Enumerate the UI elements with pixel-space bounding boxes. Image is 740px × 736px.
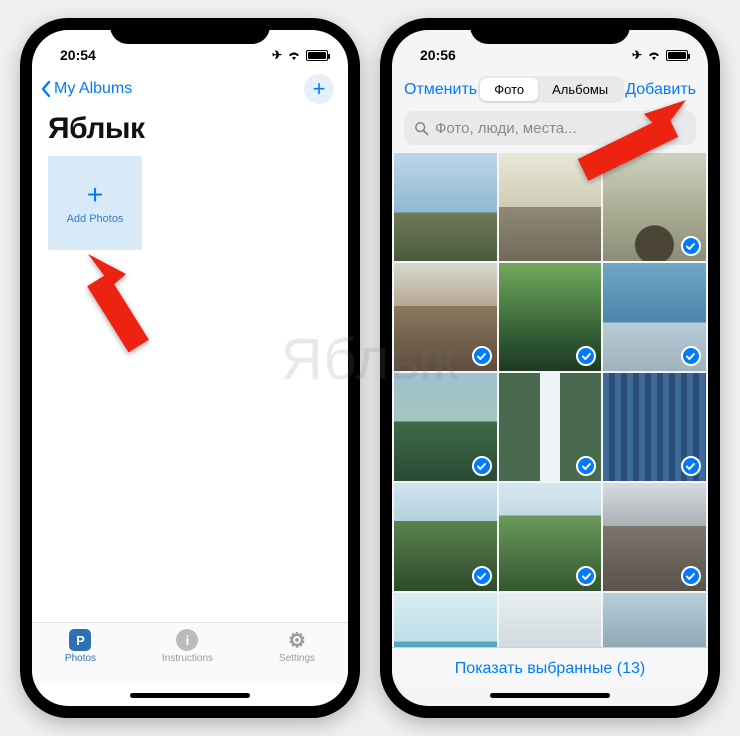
tab-bar: P Photos i Instructions ⚙ Settings bbox=[32, 622, 348, 684]
battery-icon bbox=[306, 50, 328, 61]
back-label: My Albums bbox=[54, 80, 132, 98]
home-indicator bbox=[392, 684, 708, 706]
chevron-left-icon bbox=[40, 80, 52, 98]
annotation-arrow bbox=[82, 248, 172, 358]
photo-thumbnail[interactable] bbox=[603, 263, 706, 371]
photo-thumbnail[interactable] bbox=[394, 153, 497, 261]
plus-icon: + bbox=[87, 181, 103, 209]
selected-check-icon bbox=[472, 566, 492, 586]
photo-thumbnail[interactable] bbox=[603, 593, 706, 647]
battery-icon bbox=[666, 50, 688, 61]
photo-thumbnail[interactable] bbox=[394, 483, 497, 591]
status-time: 20:56 bbox=[420, 47, 456, 63]
airplane-icon: ✈ bbox=[272, 48, 282, 62]
selected-check-icon bbox=[681, 346, 701, 366]
photo-thumbnail[interactable] bbox=[394, 593, 497, 647]
phone-left: 20:54 ✈ My Albums + Яблык bbox=[20, 18, 360, 718]
info-icon: i bbox=[176, 629, 198, 651]
photo-thumbnail[interactable] bbox=[499, 263, 602, 371]
annotation-arrow bbox=[564, 96, 694, 186]
selected-check-icon bbox=[681, 456, 701, 476]
photo-thumbnail[interactable] bbox=[603, 483, 706, 591]
search-placeholder: Фото, люди, места... bbox=[435, 120, 577, 137]
selected-check-icon bbox=[681, 236, 701, 256]
tab-label: Instructions bbox=[162, 653, 213, 664]
add-photos-tile[interactable]: + Add Photos bbox=[48, 156, 142, 250]
album-title: Яблык bbox=[32, 106, 348, 156]
tab-settings[interactable]: ⚙ Settings bbox=[279, 629, 315, 664]
notch bbox=[470, 18, 630, 44]
photo-grid[interactable] bbox=[392, 153, 708, 647]
phone-right: 20:56 ✈ Отменить Фото Альбомы Добавить bbox=[380, 18, 720, 718]
gear-icon: ⚙ bbox=[286, 629, 308, 651]
photo-thumbnail[interactable] bbox=[499, 593, 602, 647]
photo-thumbnail[interactable] bbox=[394, 373, 497, 481]
plus-icon: + bbox=[313, 76, 326, 102]
thumbnail-image bbox=[499, 593, 602, 647]
tab-instructions[interactable]: i Instructions bbox=[162, 629, 213, 664]
tab-photos[interactable]: P Photos bbox=[65, 629, 96, 664]
back-button[interactable]: My Albums bbox=[40, 80, 132, 98]
wifi-icon bbox=[286, 49, 302, 61]
show-selected-button[interactable]: Показать выбранные (13) bbox=[392, 647, 708, 684]
selected-check-icon bbox=[681, 566, 701, 586]
home-indicator bbox=[32, 684, 348, 706]
cancel-button[interactable]: Отменить bbox=[404, 81, 477, 99]
tab-label: Settings bbox=[279, 653, 315, 664]
airplane-icon: ✈ bbox=[632, 48, 642, 62]
thumbnail-image bbox=[394, 593, 497, 647]
selected-check-icon bbox=[472, 346, 492, 366]
thumbnail-image bbox=[394, 153, 497, 261]
tab-label: Photos bbox=[65, 653, 96, 664]
thumbnail-image bbox=[603, 593, 706, 647]
status-time: 20:54 bbox=[60, 47, 96, 63]
photo-thumbnail[interactable] bbox=[499, 373, 602, 481]
photo-thumbnail[interactable] bbox=[603, 373, 706, 481]
search-icon bbox=[414, 121, 429, 136]
photos-icon: P bbox=[69, 629, 91, 651]
add-photos-label: Add Photos bbox=[67, 213, 124, 225]
notch bbox=[110, 18, 270, 44]
photo-thumbnail[interactable] bbox=[394, 263, 497, 371]
segment-photos[interactable]: Фото bbox=[480, 78, 538, 101]
add-album-button[interactable]: + bbox=[304, 74, 334, 104]
photo-thumbnail[interactable] bbox=[499, 483, 602, 591]
selected-check-icon bbox=[472, 456, 492, 476]
wifi-icon bbox=[646, 49, 662, 61]
